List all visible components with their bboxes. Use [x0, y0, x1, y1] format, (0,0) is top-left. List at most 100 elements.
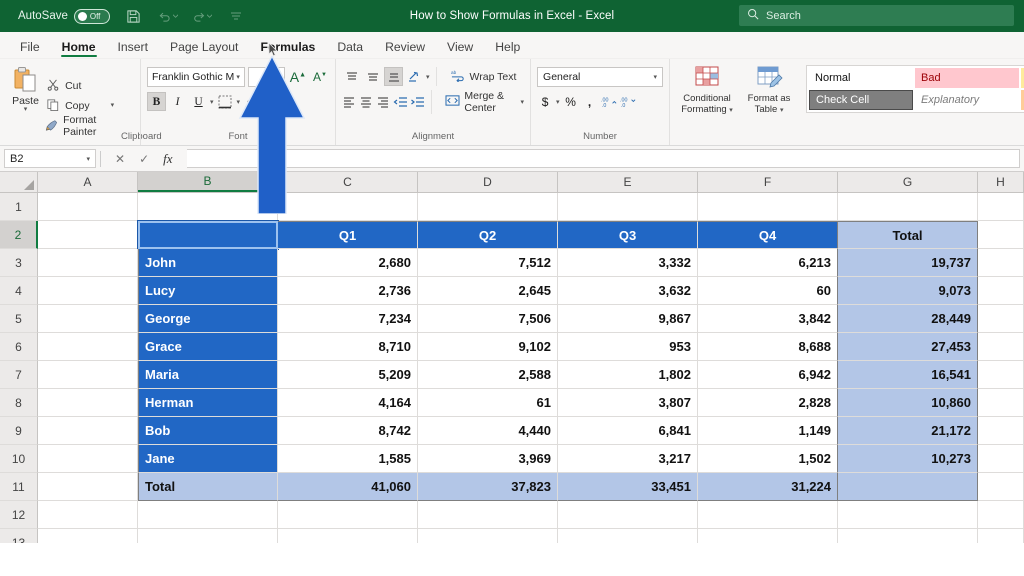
row-header-4[interactable]: 4	[0, 277, 38, 305]
cell-f4[interactable]: 60	[698, 277, 838, 305]
paste-button[interactable]: Paste ▾	[6, 63, 45, 145]
cell-d13[interactable]	[418, 529, 558, 543]
align-center-button[interactable]	[359, 93, 374, 112]
font-color-button[interactable]: A	[269, 92, 288, 111]
tab-help[interactable]: Help	[485, 38, 530, 58]
cell-h3[interactable]	[978, 249, 1024, 277]
tab-review[interactable]: Review	[375, 38, 435, 58]
cell-f12[interactable]	[698, 501, 838, 529]
cell-c6[interactable]: 8,710	[278, 333, 418, 361]
cell-b5[interactable]: George	[138, 305, 278, 333]
column-header-b[interactable]: B	[138, 172, 278, 192]
cell-h6[interactable]	[978, 333, 1024, 361]
cell-c3[interactable]: 2,680	[278, 249, 418, 277]
name-box[interactable]: B2 ▾	[4, 149, 96, 168]
cell-h11[interactable]	[978, 473, 1024, 501]
style-normal[interactable]: Normal	[809, 68, 913, 88]
fill-color-chevron-down-icon[interactable]: ▾	[263, 98, 267, 106]
row-header-3[interactable]: 3	[0, 249, 38, 277]
cell-b2-selected[interactable]	[138, 221, 278, 249]
cell-c11[interactable]: 41,060	[278, 473, 418, 501]
cell-a2[interactable]	[38, 221, 138, 249]
cell-d4[interactable]: 2,645	[418, 277, 558, 305]
cell-d6[interactable]: 9,102	[418, 333, 558, 361]
save-icon[interactable]	[124, 6, 144, 26]
cell-b11[interactable]: Total	[138, 473, 278, 501]
row-header-9[interactable]: 9	[0, 417, 38, 445]
cancel-icon[interactable]: ✕	[115, 152, 125, 166]
cell-g1[interactable]	[838, 193, 978, 221]
accounting-format-button[interactable]: $	[537, 92, 553, 111]
fill-color-button[interactable]	[242, 92, 261, 111]
cell-a6[interactable]	[38, 333, 138, 361]
cell-h12[interactable]	[978, 501, 1024, 529]
align-top-button[interactable]	[342, 67, 361, 86]
cell-g2[interactable]: Total	[838, 221, 978, 249]
cell-g3[interactable]: 19,737	[838, 249, 978, 277]
cell-h13[interactable]	[978, 529, 1024, 543]
tab-formulas[interactable]: Formulas	[250, 38, 325, 58]
decrease-font-size-icon[interactable]: A▼	[311, 70, 329, 84]
font-name-chevron-down-icon[interactable]: ▾	[236, 73, 240, 81]
merge-center-chevron-down-icon[interactable]: ▾	[521, 98, 525, 106]
cell-e2[interactable]: Q3	[558, 221, 698, 249]
underline-chevron-down-icon[interactable]: ▾	[210, 98, 214, 106]
row-header-2[interactable]: 2	[0, 221, 38, 249]
cell-e13[interactable]	[558, 529, 698, 543]
increase-indent-button[interactable]	[410, 93, 425, 112]
comma-style-button[interactable]: ,	[582, 92, 598, 111]
bold-button[interactable]: B	[147, 92, 166, 111]
orientation-chevron-down-icon[interactable]: ▾	[426, 73, 430, 81]
row-header-1[interactable]: 1	[0, 193, 38, 221]
copy-button[interactable]: Copy ▾	[45, 97, 121, 115]
decrease-indent-button[interactable]	[393, 93, 408, 112]
cell-a7[interactable]	[38, 361, 138, 389]
cell-f10[interactable]: 1,502	[698, 445, 838, 473]
row-header-11[interactable]: 11	[0, 473, 38, 501]
cell-e7[interactable]: 1,802	[558, 361, 698, 389]
undo-icon[interactable]	[158, 6, 178, 26]
cell-a8[interactable]	[38, 389, 138, 417]
cell-b13[interactable]	[138, 529, 278, 543]
column-header-e[interactable]: E	[558, 172, 698, 192]
formula-input[interactable]	[187, 149, 1020, 168]
cell-h10[interactable]	[978, 445, 1024, 473]
borders-chevron-down-icon[interactable]: ▾	[237, 98, 241, 106]
cell-f2[interactable]: Q4	[698, 221, 838, 249]
cell-c13[interactable]	[278, 529, 418, 543]
cell-a11[interactable]	[38, 473, 138, 501]
tab-home[interactable]: Home	[52, 38, 106, 58]
cell-b3[interactable]: John	[138, 249, 278, 277]
merge-center-button[interactable]: Merge & Center ▾	[445, 90, 524, 114]
underline-button[interactable]: U	[189, 92, 208, 111]
cell-d8[interactable]: 61	[418, 389, 558, 417]
row-header-10[interactable]: 10	[0, 445, 38, 473]
tab-data[interactable]: Data	[327, 38, 373, 58]
copy-chevron-down-icon[interactable]: ▾	[111, 103, 115, 109]
name-box-chevron-down-icon[interactable]: ▾	[86, 155, 90, 163]
column-header-a[interactable]: A	[38, 172, 138, 192]
cell-b4[interactable]: Lucy	[138, 277, 278, 305]
column-header-f[interactable]: F	[698, 172, 838, 192]
borders-button[interactable]	[216, 92, 235, 111]
cell-b6[interactable]: Grace	[138, 333, 278, 361]
cell-f8[interactable]: 2,828	[698, 389, 838, 417]
cell-f3[interactable]: 6,213	[698, 249, 838, 277]
font-size-chevron-down-icon[interactable]: ▾	[276, 73, 280, 81]
cell-g5[interactable]: 28,449	[838, 305, 978, 333]
tab-file[interactable]: File	[10, 38, 50, 58]
cell-c9[interactable]: 8,742	[278, 417, 418, 445]
cell-a3[interactable]	[38, 249, 138, 277]
tab-page-layout[interactable]: Page Layout	[160, 38, 248, 58]
enter-icon[interactable]: ✓	[139, 152, 149, 166]
format-as-table-chevron-down-icon[interactable]: ▾	[780, 107, 784, 114]
cell-f7[interactable]: 6,942	[698, 361, 838, 389]
cell-c12[interactable]	[278, 501, 418, 529]
cell-f13[interactable]	[698, 529, 838, 543]
style-explanatory[interactable]: Explanatory	[915, 90, 1019, 110]
italic-button[interactable]: I	[168, 92, 187, 111]
search-input[interactable]: Search	[739, 5, 1014, 26]
autosave-toggle[interactable]: AutoSave Off	[18, 9, 110, 24]
style-bad[interactable]: Bad	[915, 68, 1019, 88]
cell-b9[interactable]: Bob	[138, 417, 278, 445]
